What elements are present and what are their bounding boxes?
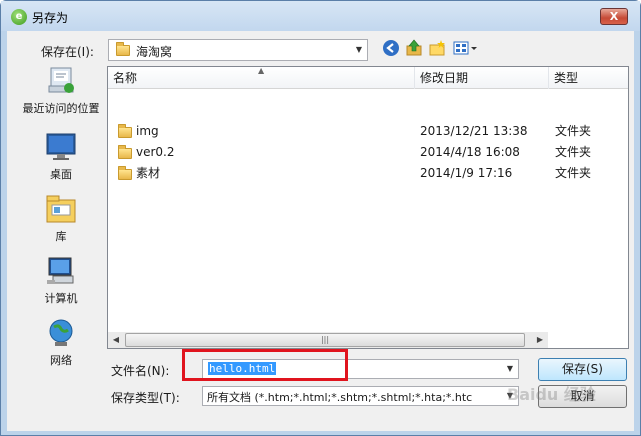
places-bar: 最近访问的位置 桌面 库 计算机 网络 xyxy=(9,66,107,396)
chevron-down-icon[interactable]: ▼ xyxy=(502,360,518,378)
network-icon xyxy=(45,318,77,348)
dialog-body: 保存在(I): 海淘窝 ▼ 最近访问的位置 桌面 库 计算机 网络 名称 ▲ 修… xyxy=(7,31,634,431)
file-name: 素材 xyxy=(136,166,161,180)
save-in-value: 海淘窝 xyxy=(136,45,173,59)
sort-ascending-icon: ▲ xyxy=(258,66,265,75)
column-header-name[interactable]: 名称 ▲ xyxy=(108,66,415,89)
filetype-dropdown[interactable]: 所有文档 (*.htm;*.html;*.shtm;*.shtml;*.hta;… xyxy=(202,386,519,406)
up-folder-icon[interactable] xyxy=(404,39,424,59)
desktop-icon xyxy=(45,132,77,162)
place-recent[interactable]: 最近访问的位置 xyxy=(9,66,113,116)
title-bar: e 另存为 X xyxy=(1,1,640,31)
horizontal-scrollbar[interactable]: ◀ ||| ▶ xyxy=(108,332,548,348)
file-date: 2014/1/9 17:16 xyxy=(420,166,513,180)
list-item[interactable]: 素材 2014/1/9 17:16 文件夹 xyxy=(108,163,628,184)
folder-icon xyxy=(116,42,130,56)
scroll-right-icon[interactable]: ▶ xyxy=(532,332,548,348)
back-icon[interactable] xyxy=(381,39,401,59)
list-item[interactable]: img 2013/12/21 13:38 文件夹 xyxy=(108,121,628,142)
place-library[interactable]: 库 xyxy=(9,194,113,244)
save-button[interactable]: 保存(S) xyxy=(538,358,627,381)
save-as-dialog: e 另存为 X 保存在(I): 海淘窝 ▼ 最近访问的位置 桌面 库 计算机 网… xyxy=(0,0,641,436)
place-label: 桌面 xyxy=(50,168,72,181)
filetype-value: 所有文档 (*.htm;*.html;*.shtm;*.shtml;*.hta;… xyxy=(207,391,473,404)
recent-places-icon xyxy=(45,66,77,96)
list-item[interactable]: ver0.2 2014/4/18 16:08 文件夹 xyxy=(108,142,628,163)
list-header: 名称 ▲ 修改日期 类型 xyxy=(108,66,628,89)
place-computer[interactable]: 计算机 xyxy=(9,256,113,306)
file-name: img xyxy=(136,124,159,138)
scrollbar-thumb[interactable]: ||| xyxy=(125,333,525,347)
place-label: 库 xyxy=(55,230,67,243)
close-button[interactable]: X xyxy=(600,8,628,25)
save-in-dropdown[interactable]: 海淘窝 ▼ xyxy=(108,39,368,61)
file-date: 2013/12/21 13:38 xyxy=(420,124,528,138)
red-annotation-box xyxy=(182,349,348,381)
file-name: ver0.2 xyxy=(136,145,175,159)
window-title: 另存为 xyxy=(32,11,69,25)
column-header-date[interactable]: 修改日期 xyxy=(415,67,549,89)
view-menu-icon[interactable] xyxy=(452,39,478,59)
file-date: 2014/4/18 16:08 xyxy=(420,145,520,159)
computer-icon xyxy=(45,256,77,286)
new-folder-icon[interactable] xyxy=(427,39,447,59)
file-type: 文件夹 xyxy=(555,166,592,180)
folder-icon xyxy=(118,166,132,180)
file-type: 文件夹 xyxy=(555,124,592,138)
place-label: 最近访问的位置 xyxy=(22,102,100,115)
folder-icon xyxy=(118,124,132,138)
scroll-left-icon[interactable]: ◀ xyxy=(108,332,124,348)
filename-label: 文件名(N): xyxy=(111,364,170,378)
save-in-label: 保存在(I): xyxy=(41,45,94,59)
filetype-label: 保存类型(T): xyxy=(111,391,180,405)
chevron-down-icon[interactable]: ▼ xyxy=(351,40,367,60)
place-desktop[interactable]: 桌面 xyxy=(9,132,113,182)
place-label: 网络 xyxy=(50,354,72,367)
library-icon xyxy=(45,194,77,224)
place-network[interactable]: 网络 xyxy=(9,318,113,368)
app-icon: e xyxy=(11,9,27,25)
column-header-type[interactable]: 类型 xyxy=(549,67,628,89)
file-type: 文件夹 xyxy=(555,145,592,159)
watermark: Baidu 经验 xyxy=(507,385,596,404)
folder-icon xyxy=(118,145,132,159)
file-list[interactable]: 名称 ▲ 修改日期 类型 img 2013/12/21 13:38 文件夹 ve… xyxy=(107,66,629,349)
place-label: 计算机 xyxy=(44,292,78,305)
